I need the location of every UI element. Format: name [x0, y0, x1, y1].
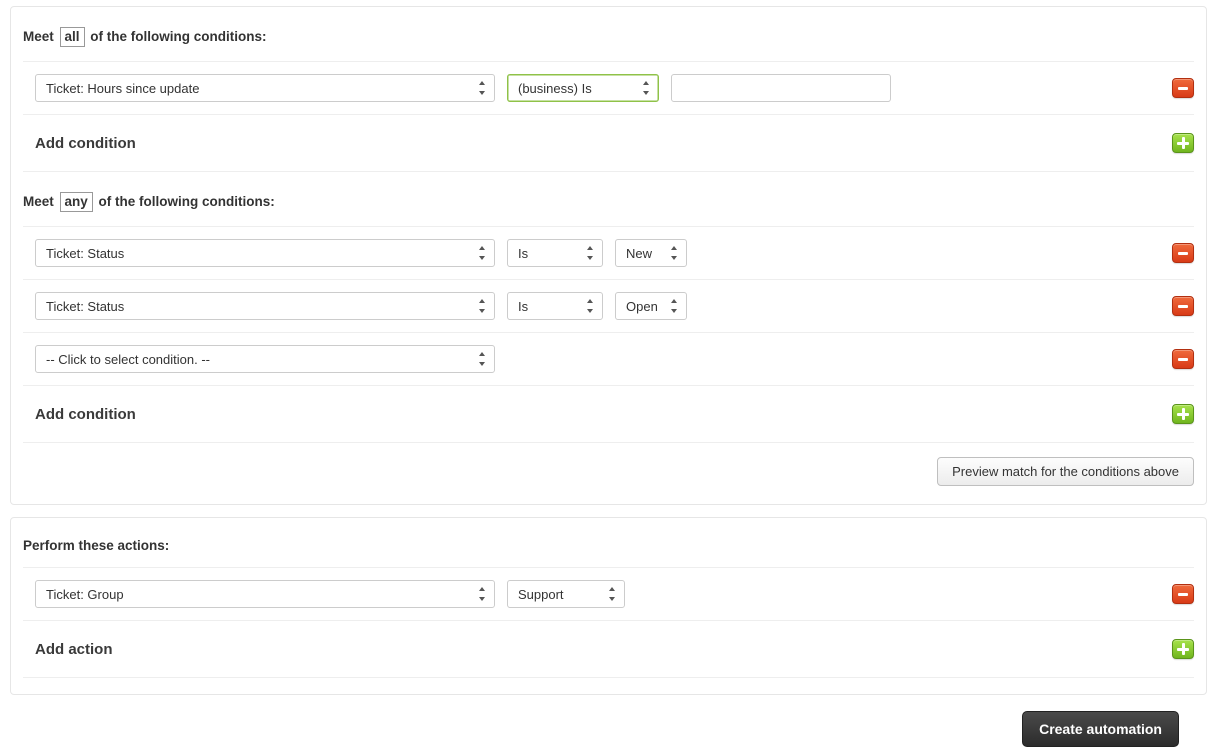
operator-select[interactable]: (business) Is [507, 74, 659, 102]
remove-condition-button[interactable] [1172, 243, 1194, 263]
field-select[interactable]: Ticket: Hours since update [35, 74, 495, 102]
conditions-panel: Meet all of the following conditions: Ti… [10, 6, 1207, 505]
add-condition-label: Add condition [35, 135, 136, 152]
chevron-updown-icon [642, 81, 652, 95]
preview-conditions-button[interactable]: Preview match for the conditions above [937, 457, 1194, 486]
minus-icon [1178, 305, 1188, 308]
action-row: Ticket: Group Support [23, 567, 1194, 620]
add-condition-button[interactable] [1172, 133, 1194, 153]
plus-icon [1177, 408, 1189, 420]
value-select[interactable]: Open [615, 292, 687, 320]
any-condition-row: -- Click to select condition. -- [23, 332, 1194, 385]
operator-select[interactable]: Is [507, 292, 603, 320]
minus-icon [1178, 358, 1188, 361]
actions-panel: Perform these actions: Ticket: Group Sup… [10, 517, 1207, 695]
header-text: Meet [23, 194, 58, 209]
minus-icon [1178, 87, 1188, 90]
any-condition-row: Ticket: Status Is New [23, 226, 1194, 279]
add-action-button[interactable] [1172, 639, 1194, 659]
remove-condition-button[interactable] [1172, 349, 1194, 369]
header-text: Meet [23, 29, 58, 44]
chevron-updown-icon [478, 352, 488, 366]
create-label: Create automation [1039, 721, 1162, 737]
operator-select-value: Is [518, 246, 528, 261]
field-select[interactable]: Ticket: Status [35, 292, 495, 320]
action-value-select[interactable]: Support [507, 580, 625, 608]
field-select-value: Ticket: Status [46, 246, 124, 261]
action-field-value: Ticket: Group [46, 587, 124, 602]
value-select-value: Open [626, 299, 658, 314]
chevron-updown-icon [478, 299, 488, 313]
add-all-condition-row: Add condition [23, 114, 1194, 172]
chevron-updown-icon [670, 299, 680, 313]
any-conditions-header: Meet any of the following conditions: [23, 172, 1194, 226]
remove-condition-button[interactable] [1172, 78, 1194, 98]
action-field-select[interactable]: Ticket: Group [35, 580, 495, 608]
plus-icon [1177, 137, 1189, 149]
add-condition-button[interactable] [1172, 404, 1194, 424]
chevron-updown-icon [478, 246, 488, 260]
all-conditions-header: Meet all of the following conditions: [23, 21, 1194, 61]
chevron-updown-icon [670, 246, 680, 260]
chevron-updown-icon [478, 81, 488, 95]
field-select[interactable]: -- Click to select condition. -- [35, 345, 495, 373]
add-condition-label: Add condition [35, 406, 136, 423]
chevron-updown-icon [586, 246, 596, 260]
plus-icon [1177, 643, 1189, 655]
header-text: of the following conditions: [87, 29, 267, 44]
all-badge: all [60, 27, 85, 47]
all-condition-row: Ticket: Hours since update (business) Is [23, 61, 1194, 114]
minus-icon [1178, 252, 1188, 255]
actions-header: Perform these actions: [23, 532, 1194, 567]
add-action-label: Add action [35, 641, 113, 658]
operator-select-value: Is [518, 299, 528, 314]
chevron-updown-icon [478, 587, 488, 601]
value-input[interactable] [671, 74, 891, 102]
create-automation-button[interactable]: Create automation [1022, 711, 1179, 747]
operator-select-value: (business) Is [518, 81, 592, 96]
remove-action-button[interactable] [1172, 584, 1194, 604]
operator-select[interactable]: Is [507, 239, 603, 267]
field-select[interactable]: Ticket: Status [35, 239, 495, 267]
value-select-value: New [626, 246, 652, 261]
add-any-condition-row: Add condition [23, 385, 1194, 443]
chevron-updown-icon [608, 587, 618, 601]
field-select-value: Ticket: Hours since update [46, 81, 199, 96]
any-condition-row: Ticket: Status Is Open [23, 279, 1194, 332]
preview-label: Preview match for the conditions above [952, 464, 1179, 479]
value-select[interactable]: New [615, 239, 687, 267]
action-value-value: Support [518, 587, 564, 602]
header-text: of the following conditions: [95, 194, 275, 209]
chevron-updown-icon [586, 299, 596, 313]
minus-icon [1178, 593, 1188, 596]
field-select-value: -- Click to select condition. -- [46, 352, 210, 367]
field-select-value: Ticket: Status [46, 299, 124, 314]
add-action-row: Add action [23, 620, 1194, 678]
remove-condition-button[interactable] [1172, 296, 1194, 316]
any-badge: any [60, 192, 93, 212]
